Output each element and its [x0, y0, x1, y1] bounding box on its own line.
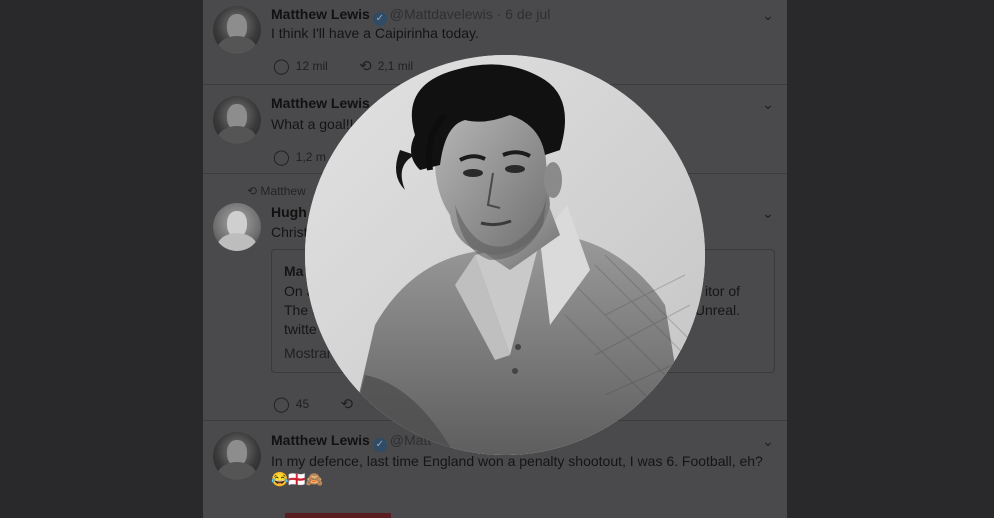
retweet-icon: ⟲ — [340, 396, 354, 413]
author-name[interactable]: Matthew Lewis — [271, 6, 370, 22]
author-name[interactable]: Matthew Lewis — [271, 432, 370, 448]
reply-icon: ◯ — [273, 396, 290, 413]
author-handle[interactable]: @Mattdavelewis — [390, 6, 493, 22]
avatar[interactable] — [213, 6, 261, 54]
avatar[interactable] — [213, 432, 261, 480]
reply-icon: ◯ — [273, 58, 290, 75]
author-name[interactable]: Hugh — [271, 204, 307, 220]
tweet-text: In my defence, last time England won a p… — [271, 453, 763, 469]
tweet-emoji: 😂🏴󠁧󠁢󠁥󠁮󠁧󠁿🙈 — [271, 471, 324, 487]
chevron-down-icon[interactable]: ⌄ — [761, 97, 775, 111]
avatar[interactable] — [213, 203, 261, 251]
retweet-icon: ⟲ — [359, 58, 372, 75]
retweet-count: 2,1 mil — [377, 59, 414, 73]
media-preview[interactable] — [285, 513, 391, 518]
chevron-down-icon[interactable]: ⌄ — [761, 8, 775, 22]
reply-icon: ◯ — [273, 149, 290, 166]
separator: · — [496, 6, 502, 22]
quoted-text-line: itor of — [704, 283, 740, 299]
tweet-header: Matthew Lewis ✓ @Matt — [271, 432, 431, 452]
chevron-down-icon[interactable]: ⌄ — [761, 206, 775, 220]
tweet-text: What a goal!! — [271, 116, 354, 132]
reply-count: 1,2 m — [295, 150, 326, 164]
tweet-header: Hugh — [271, 204, 307, 220]
verified-badge-icon: ✓ — [372, 438, 387, 452]
retweeted-by[interactable]: Matthew — [260, 184, 305, 198]
reply-button[interactable]: ◯ 45 — [273, 395, 309, 413]
retweet-button[interactable]: ⟲ 2,1 mil — [359, 57, 413, 75]
reply-count: 12 mil — [295, 59, 328, 73]
show-more-link[interactable]: Mostrar — [284, 344, 331, 363]
verified-badge-icon: ✓ — [372, 12, 387, 26]
chevron-down-icon[interactable]: ⌄ — [761, 434, 775, 448]
tweet-text: Christ — [271, 224, 308, 240]
profile-photo — [305, 55, 705, 455]
reply-button[interactable]: ◯ 1,2 m — [273, 148, 326, 166]
tweet-actions: ◯ 12 mil ⟲ 2,1 mil — [273, 57, 441, 75]
tweet-header: Matthew Lewis — [271, 95, 370, 111]
retweet-button[interactable]: ⟲ — [341, 395, 360, 413]
retweet-icon: ⟲ — [247, 184, 258, 198]
quoted-author-name: Ma — [284, 263, 304, 279]
tweet-text: I think I'll have a Caipirinha today. — [271, 25, 479, 41]
tweet-header: Matthew Lewis ✓ @Mattdavelewis · 6 de jul — [271, 6, 550, 26]
reply-count: 45 — [295, 397, 310, 411]
retweet-context: ⟲ Matthew — [247, 184, 306, 198]
avatar[interactable] — [213, 96, 261, 144]
tweet-date[interactable]: 6 de jul — [505, 6, 550, 22]
author-name[interactable]: Matthew Lewis — [271, 95, 370, 111]
quoted-text-line: Unreal. — [694, 302, 740, 318]
quoted-link[interactable]: twitte — [284, 320, 317, 339]
portrait-image — [305, 55, 705, 455]
reply-button[interactable]: ◯ 12 mil — [273, 57, 328, 75]
